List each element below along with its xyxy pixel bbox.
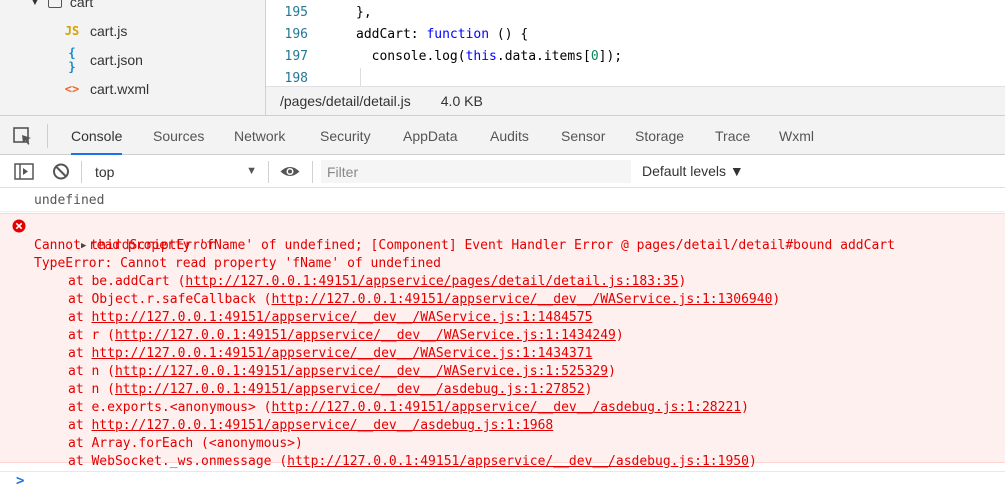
error-message: ▶ thirdScriptError Cannot read property '… [0,213,1005,469]
stack-link[interactable]: http://127.0.0.1:49151/appservice/__dev_… [115,328,616,343]
context-selector-value: top [95,163,115,180]
line-number: 197 [284,49,308,64]
error-icon [12,219,26,233]
prompt-chevron-icon: > [16,473,25,489]
filter-input[interactable] [321,160,631,183]
tab-audits[interactable]: Audits [490,116,529,155]
devtools-tab-bar: Console Sources Network Security AppData… [0,115,1005,155]
stack-frame: at Object.r.safeCallback (http://127.0.0… [68,292,781,307]
tab-sensor[interactable]: Sensor [561,116,605,155]
clear-console-icon[interactable] [50,161,72,183]
line-number: 195 [284,5,308,20]
file-path: /pages/detail/detail.js [280,93,411,109]
tab-wxml[interactable]: Wxml [779,116,814,155]
tree-file-cart-js[interactable]: JS cart.js [62,19,128,43]
tree-folder-label: cart [69,0,94,10]
tab-divider [47,124,48,148]
inspect-icon[interactable] [11,125,35,147]
log-levels-dropdown[interactable]: Default levels ▼ [642,160,744,183]
folder-caret-icon[interactable]: ▼ [30,0,40,8]
toolbar-divider [268,161,269,183]
stack-link[interactable]: http://127.0.0.1:49151/appservice/__dev_… [115,364,608,379]
console-message-text: undefined [34,193,105,208]
error-title[interactable]: ▶ thirdScriptError [34,219,216,253]
tab-security[interactable]: Security [320,116,371,155]
tree-file-label: cart.wxml [90,81,150,97]
tree-folder-cart[interactable]: ▼ cart [30,0,93,14]
indent-guide [360,68,361,86]
stack-frame: at be.addCart (http://127.0.0.1:49151/ap… [68,274,687,289]
stack-frame: at Array.forEach (<anonymous>) [68,436,303,451]
stack-link[interactable]: http://127.0.0.1:49151/appservice/__dev_… [272,292,773,307]
wxml-file-icon: <> [64,82,80,96]
stack-frame: at http://127.0.0.1:49151/appservice/__d… [68,346,593,361]
json-file-icon: { } [68,46,76,74]
file-info-bar: /pages/detail/detail.js 4.0 KB [266,86,1005,115]
stack-frame: at WebSocket._ws.onmessage (http://127.0… [68,454,757,469]
stack-frame: at http://127.0.0.1:49151/appservice/__d… [68,418,554,433]
error-message-text: Cannot read property 'fName' of undefine… [34,238,895,253]
tree-file-cart-wxml[interactable]: <> cart.wxml [62,77,149,101]
stack-link[interactable]: http://127.0.0.1:49151/appservice/__dev_… [91,346,592,361]
tab-sources[interactable]: Sources [153,116,204,155]
tab-trace[interactable]: Trace [715,116,750,155]
code-line: }, [356,5,372,20]
stack-frame: at n (http://127.0.0.1:49151/appservice/… [68,364,616,379]
code-line: addCart: function () { [356,27,529,42]
toolbar-divider [81,161,82,183]
code-editor[interactable]: }, addCart: function () { console.log(th… [322,0,1005,86]
stack-link[interactable]: http://127.0.0.1:49151/appservice/__dev_… [91,310,592,325]
stack-frame: at r (http://127.0.0.1:49151/appservice/… [68,328,624,343]
file-size: 4.0 KB [440,93,483,109]
tree-file-label: cart.js [90,23,128,39]
stack-link[interactable]: http://127.0.0.1:49151/appservice/__dev_… [272,400,742,415]
editor-area: ▼ cart JS cart.js { } cart.json <> cart.… [0,0,1005,115]
console-prompt[interactable]: > [0,471,1005,491]
tab-storage[interactable]: Storage [635,116,684,155]
tab-console[interactable]: Console [71,116,123,155]
sidebar-toggle-icon[interactable] [13,161,35,183]
eye-icon[interactable] [279,161,301,183]
line-number: 196 [284,27,308,42]
stack-frame: at e.exports.<anonymous> (http://127.0.0… [68,400,749,415]
error-type-line: TypeError: Cannot read property 'fName' … [34,256,441,271]
stack-link[interactable]: http://127.0.0.1:49151/appservice/__dev_… [91,418,553,433]
stack-link[interactable]: http://127.0.0.1:49151/appservice/__dev_… [115,382,585,397]
line-number-gutter: 195 196 197 198 [266,0,322,86]
console-toolbar: top ▼ Default levels ▼ [0,155,1005,188]
context-selector[interactable]: top ▼ [87,160,263,183]
code-line: console.log(this.data.items[0]); [356,49,623,64]
stack-frame: at http://127.0.0.1:49151/appservice/__d… [68,310,593,325]
file-tree: ▼ cart JS cart.js { } cart.json <> cart.… [0,0,266,115]
toolbar-divider [312,161,313,183]
stack-link[interactable]: http://127.0.0.1:49151/appservice/__dev_… [287,454,749,469]
console-output: undefined ▶ thirdScriptError Cannot read … [0,188,1005,491]
stack-frame: at n (http://127.0.0.1:49151/appservice/… [68,382,593,397]
dropdown-arrow-icon: ▼ [246,165,257,177]
tree-file-label: cart.json [90,52,143,68]
tab-appdata[interactable]: AppData [403,116,457,155]
tree-file-cart-json[interactable]: { } cart.json [62,46,143,74]
folder-icon [47,0,62,8]
stack-link[interactable]: http://127.0.0.1:49151/appservice/pages/… [185,274,678,289]
tab-network[interactable]: Network [234,116,285,155]
js-file-icon: JS [64,24,80,38]
console-message: undefined [0,188,1005,212]
